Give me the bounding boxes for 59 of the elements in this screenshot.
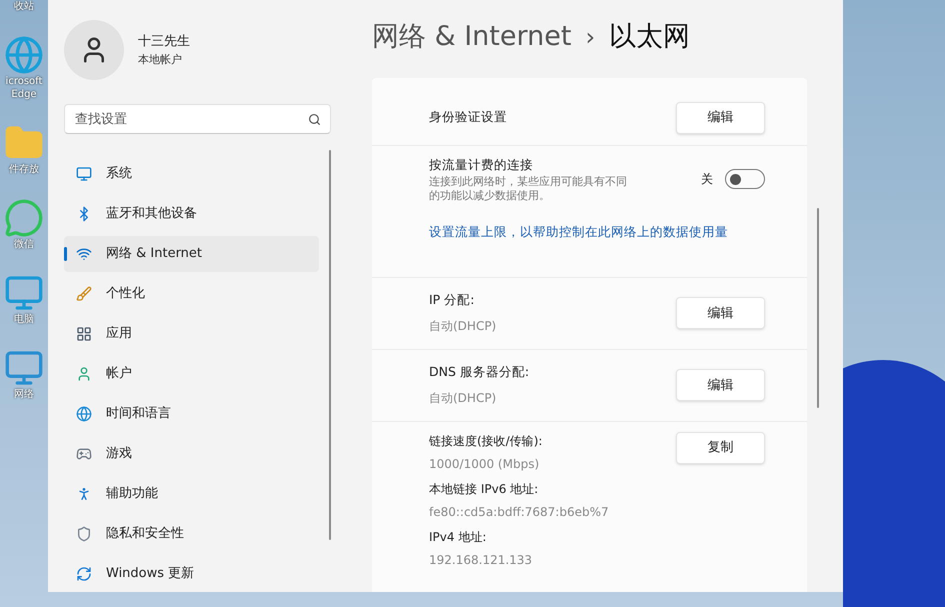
edit-button[interactable]: 编辑 — [676, 297, 765, 330]
nav-item[interactable]: 辅助功能 — [64, 476, 319, 512]
search-icon — [308, 113, 321, 126]
wifi-icon — [76, 246, 92, 262]
nav-item[interactable]: 系统 — [64, 156, 319, 192]
property-value: 1000/1000 (Mbps) — [429, 456, 540, 473]
toggle-switch[interactable] — [725, 169, 765, 190]
update-icon — [76, 566, 92, 582]
user-name: 十三先生 — [138, 33, 190, 51]
nav-item[interactable]: 时间和语言 — [64, 396, 319, 432]
scrollbar[interactable] — [329, 150, 331, 540]
setting-label: IP 分配: — [429, 291, 476, 310]
desktop-icon-label: icrosoft — [6, 75, 42, 88]
setting-description: 连接到此网络时，某些应用可能具有不同的功能以减少数据使用。 — [429, 174, 628, 203]
nav-item[interactable]: 帐户 — [64, 356, 319, 392]
nav-item[interactable]: 游戏 — [64, 436, 319, 472]
desktop-icon-label: 件存放 — [9, 163, 39, 176]
toggle-state-label: 关 — [701, 171, 713, 188]
nav-item[interactable]: 个性化 — [64, 276, 319, 312]
setting-label: DNS 服务器分配: — [429, 363, 530, 382]
property-label: 链接速度(接收/传输): — [429, 432, 544, 450]
property-label: 本地链接 IPv6 地址: — [429, 480, 540, 498]
data-limit-link[interactable]: 设置流量上限，以帮助控制在此网络上的数据使用量 — [429, 224, 728, 239]
breadcrumb-link[interactable]: 网络 & Internet — [372, 16, 572, 58]
browser-icon[interactable] — [4, 35, 44, 75]
gamepad-icon — [76, 446, 92, 462]
person-icon — [76, 366, 92, 382]
content-scrollbar[interactable] — [817, 208, 819, 408]
desktop-icon-label: 网络 — [14, 388, 34, 401]
selection-indicator — [64, 247, 67, 261]
setting-value: 自动(DHCP) — [429, 318, 498, 336]
desktop-icon-label: 收站 — [14, 0, 34, 13]
account-type: 本地帐户 — [138, 52, 183, 68]
shield-icon — [76, 526, 92, 542]
edit-button[interactable]: 编辑 — [676, 369, 765, 402]
page-title: 以太网 — [609, 20, 690, 54]
nav-item[interactable]: 网络 & Internet — [64, 236, 319, 272]
desktop-icon-label: 电脑 — [14, 313, 34, 326]
setting-value: 自动(DHCP) — [429, 390, 498, 408]
search-field[interactable]: 查找设置 — [64, 104, 331, 134]
monitor-icon — [76, 166, 92, 182]
edit-button[interactable]: 复制 — [676, 432, 765, 464]
globe-icon — [76, 406, 92, 422]
brush-icon — [76, 286, 92, 302]
nav-item[interactable]: 应用 — [64, 316, 319, 352]
nav-item[interactable]: Windows 更新 — [64, 556, 319, 592]
grid-icon — [76, 326, 92, 342]
property-label: IPv4 地址: — [429, 528, 488, 546]
nav-item[interactable]: 隐私和安全性 — [64, 516, 319, 552]
desktop-icon-label: Edge — [11, 88, 37, 101]
chat-icon[interactable] — [4, 198, 44, 238]
desktop-icon-label: 微信 — [14, 238, 34, 251]
setting-label: 身份验证设置 — [429, 108, 508, 126]
property-value: fe80::cd5a:bdff:7687:b6eb%7 — [429, 504, 610, 521]
breadcrumb-separator: › — [585, 22, 596, 53]
nav-item[interactable]: 蓝牙和其他设备 — [64, 196, 319, 232]
edit-button[interactable]: 编辑 — [676, 102, 765, 134]
property-value: 192.168.121.133 — [429, 552, 534, 569]
setting-label: 按流量计费的连接 — [429, 156, 534, 174]
